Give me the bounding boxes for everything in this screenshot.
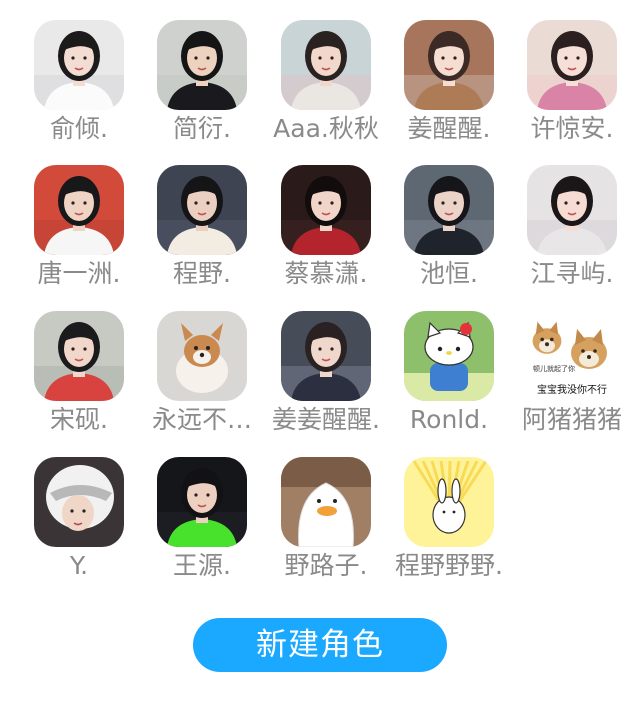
- role-name: 宋砚.: [50, 405, 108, 434]
- role-name: 程野野野.: [395, 551, 503, 580]
- role-avatar: [527, 165, 617, 255]
- role-card[interactable]: 许惊安.: [510, 20, 634, 160]
- role-name: 唐一洲.: [37, 259, 121, 288]
- role-avatar: [34, 311, 124, 401]
- role-avatar: 顿儿就起了你宝宝我没你不行: [527, 311, 617, 401]
- svg-text:宝宝我没你不行: 宝宝我没你不行: [537, 383, 607, 396]
- role-card[interactable]: 宋砚.: [17, 311, 141, 451]
- role-avatar: [34, 165, 124, 255]
- role-avatar: [281, 165, 371, 255]
- role-name: 阿猪猪猪: [521, 405, 622, 434]
- role-card[interactable]: 简衍.: [140, 20, 264, 160]
- role-avatar: [34, 457, 124, 547]
- new-role-button[interactable]: 新建角色: [193, 618, 447, 672]
- role-card[interactable]: 俞倾.: [17, 20, 141, 160]
- role-card[interactable]: 唐一洲.: [17, 165, 141, 305]
- role-avatar: [281, 20, 371, 110]
- role-card[interactable]: 姜醒醒.: [387, 20, 511, 160]
- role-name: 江寻屿.: [530, 259, 614, 288]
- role-name: 野路子.: [284, 551, 368, 580]
- role-name: 姜姜醒醒.: [272, 405, 380, 434]
- role-avatar: [404, 165, 494, 255]
- role-card[interactable]: 江寻屿.: [510, 165, 634, 305]
- role-card[interactable]: 顿儿就起了你宝宝我没你不行阿猪猪猪: [510, 311, 634, 451]
- role-name: 王源.: [173, 551, 231, 580]
- role-name: 池恒.: [420, 259, 478, 288]
- role-avatar: [157, 457, 247, 547]
- role-card[interactable]: Y.: [17, 457, 141, 597]
- role-card[interactable]: 程野野野.: [387, 457, 511, 597]
- role-avatar: [157, 165, 247, 255]
- role-card[interactable]: 姜姜醒醒.: [264, 311, 388, 451]
- role-card[interactable]: 王源.: [140, 457, 264, 597]
- role-card[interactable]: 蔡慕潇.: [264, 165, 388, 305]
- role-avatar: [404, 457, 494, 547]
- role-avatar: [281, 457, 371, 547]
- role-card[interactable]: 野路子.: [264, 457, 388, 597]
- role-name: Y.: [69, 551, 89, 580]
- svg-text:顿儿就起了你: 顿儿就起了你: [533, 364, 575, 373]
- role-avatar: [527, 20, 617, 110]
- role-card[interactable]: Ronld.: [387, 311, 511, 451]
- role-card[interactable]: Aaa.秋秋: [264, 20, 388, 160]
- role-name: 俞倾.: [50, 114, 108, 143]
- role-name: 许惊安.: [530, 114, 614, 143]
- role-avatar: [34, 20, 124, 110]
- role-avatar: [404, 311, 494, 401]
- role-name: 蔡慕潇.: [284, 259, 368, 288]
- role-card[interactable]: 池恒.: [387, 165, 511, 305]
- role-avatar: [404, 20, 494, 110]
- role-avatar: [157, 20, 247, 110]
- role-card[interactable]: 程野.: [140, 165, 264, 305]
- role-name: Ronld.: [409, 405, 489, 434]
- role-name: 简衍.: [173, 114, 231, 143]
- role-avatar: [157, 311, 247, 401]
- role-avatar: [281, 311, 371, 401]
- role-name: 姜醒醒.: [407, 114, 491, 143]
- role-name: Aaa.秋秋: [273, 114, 379, 143]
- role-card[interactable]: 永远不…: [140, 311, 264, 451]
- role-name: 永远不…: [151, 405, 252, 434]
- role-name: 程野.: [173, 259, 231, 288]
